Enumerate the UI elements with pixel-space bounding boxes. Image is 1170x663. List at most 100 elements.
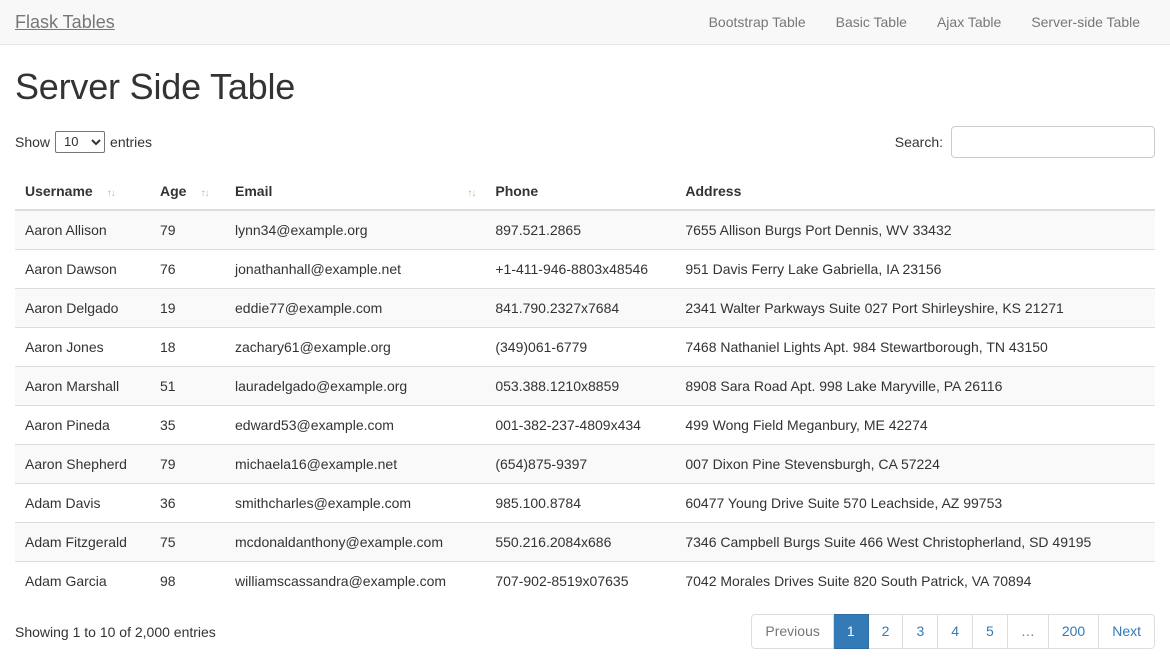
cell-email: lynn34@example.org xyxy=(225,209,486,250)
navbar: Flask Tables Bootstrap Table Basic Table… xyxy=(0,0,1170,45)
nav-link-basic-table[interactable]: Basic Table xyxy=(821,15,922,29)
cell-username: Aaron Marshall xyxy=(15,365,150,406)
table-info: Showing 1 to 10 of 2,000 entries xyxy=(15,623,216,640)
sort-arrows-icon: ↑↓ xyxy=(200,187,209,199)
cell-address: 7655 Allison Burgs Port Dennis, WV 33432 xyxy=(675,209,1155,250)
main-container: Server Side Table Show 10 25 50 100 entr… xyxy=(0,66,1170,650)
pagination: Previous 1 2 3 4 5 … 200 Next xyxy=(751,613,1155,650)
table-row[interactable]: Adam Davis 36 smithcharles@example.com 9… xyxy=(15,482,1155,523)
nav-item-server-side-table[interactable]: Server-side Table xyxy=(1016,15,1155,29)
cell-username: Adam Davis xyxy=(15,482,150,523)
cell-address: 007 Dixon Pine Stevensburgh, CA 57224 xyxy=(675,443,1155,484)
table-row[interactable]: Aaron Marshall 51 lauradelgado@example.o… xyxy=(15,365,1155,406)
pagination-page-4[interactable]: 4 xyxy=(938,613,974,650)
cell-age: 51 xyxy=(150,365,225,406)
cell-phone: 707-902-8519x07635 xyxy=(485,560,676,600)
sort-arrows-icon: ↑↓ xyxy=(467,187,476,199)
cell-username: Aaron Delgado xyxy=(15,287,150,328)
sort-arrows-icon: ↑↓ xyxy=(106,187,116,199)
pagination-next-link[interactable]: Next xyxy=(1099,613,1155,650)
column-label-age: Age xyxy=(160,182,187,199)
cell-age: 36 xyxy=(150,482,225,523)
column-header-age[interactable]: Age ↑↓ xyxy=(150,174,225,211)
pagination-previous-link[interactable]: Previous xyxy=(751,613,834,650)
cell-username: Aaron Jones xyxy=(15,326,150,367)
table-row[interactable]: Aaron Delgado 19 eddie77@example.com 841… xyxy=(15,287,1155,328)
show-label: Show xyxy=(15,133,51,150)
column-label-address: Address xyxy=(685,182,742,199)
nav-link-bootstrap-table[interactable]: Bootstrap Table xyxy=(694,15,821,29)
pagination-page-link[interactable]: 5 xyxy=(973,613,1008,650)
search-label: Search: xyxy=(894,133,943,150)
cell-age: 79 xyxy=(150,209,225,250)
search-control: Search: xyxy=(894,125,1155,158)
entries-label: entries xyxy=(110,133,153,150)
table-row[interactable]: Aaron Allison 79 lynn34@example.org 897.… xyxy=(15,209,1155,250)
pagination-page-1[interactable]: 1 xyxy=(833,613,869,650)
pagination-page-link[interactable]: 4 xyxy=(938,613,974,650)
cell-age: 98 xyxy=(150,560,225,600)
nav-item-bootstrap-table[interactable]: Bootstrap Table xyxy=(694,15,821,29)
page-length-select[interactable]: 10 25 50 100 xyxy=(55,130,106,153)
table-row[interactable]: Adam Fitzgerald 75 mcdonaldanthony@examp… xyxy=(15,521,1155,562)
pagination-ellipsis: … xyxy=(1007,613,1049,650)
table-head: Username ↑↓ Age ↑↓ Email ↑↓ Phone Address xyxy=(15,174,1155,211)
nav-link-ajax-table[interactable]: Ajax Table xyxy=(922,15,1016,29)
cell-username: Adam Garcia xyxy=(15,560,150,600)
cell-username: Aaron Shepherd xyxy=(15,443,150,484)
cell-phone: (349)061-6779 xyxy=(485,326,676,367)
cell-age: 76 xyxy=(150,248,225,289)
cell-email: mcdonaldanthony@example.com xyxy=(225,521,486,562)
cell-email: zachary61@example.org xyxy=(225,326,486,367)
pagination-page-3[interactable]: 3 xyxy=(903,613,939,650)
cell-age: 79 xyxy=(150,443,225,484)
pagination-previous[interactable]: Previous xyxy=(751,613,834,650)
nav-item-basic-table[interactable]: Basic Table xyxy=(821,15,922,29)
table-row[interactable]: Aaron Jones 18 zachary61@example.org (34… xyxy=(15,326,1155,367)
column-header-username[interactable]: Username ↑↓ xyxy=(15,174,150,211)
cell-phone: 841.790.2327x7684 xyxy=(485,287,676,328)
cell-phone: 985.100.8784 xyxy=(485,482,676,523)
column-label-phone: Phone xyxy=(495,182,539,199)
cell-username: Aaron Allison xyxy=(15,209,150,250)
cell-email: eddie77@example.com xyxy=(225,287,486,328)
datatable-controls: Show 10 25 50 100 entries Search: xyxy=(15,125,1155,159)
cell-address: 7042 Morales Drives Suite 820 South Patr… xyxy=(675,560,1155,600)
cell-email: lauradelgado@example.org xyxy=(225,365,486,406)
pagination-page-link[interactable]: 200 xyxy=(1048,613,1100,650)
pagination-page-link[interactable]: 3 xyxy=(903,613,939,650)
cell-age: 35 xyxy=(150,404,225,445)
column-header-email[interactable]: Email ↑↓ xyxy=(225,174,486,211)
cell-address: 7468 Nathaniel Lights Apt. 984 Stewartbo… xyxy=(675,326,1155,367)
pagination-page-link[interactable]: 1 xyxy=(833,613,869,650)
column-header-address[interactable]: Address xyxy=(675,174,1155,211)
cell-email: michaela16@example.net xyxy=(225,443,486,484)
column-header-phone[interactable]: Phone xyxy=(485,174,676,211)
search-input[interactable] xyxy=(951,125,1155,158)
cell-phone: (654)875-9397 xyxy=(485,443,676,484)
cell-username: Adam Fitzgerald xyxy=(15,521,150,562)
pagination-page-2[interactable]: 2 xyxy=(868,613,904,650)
table-row[interactable]: Adam Garcia 98 williamscassandra@example… xyxy=(15,560,1155,600)
column-label-email: Email xyxy=(235,182,273,199)
page-title: Server Side Table xyxy=(15,66,296,107)
table-body: Aaron Allison 79 lynn34@example.org 897.… xyxy=(15,209,1155,600)
cell-username: Aaron Dawson xyxy=(15,248,150,289)
cell-address: 8908 Sara Road Apt. 998 Lake Maryville, … xyxy=(675,365,1155,406)
cell-phone: 550.216.2084x686 xyxy=(485,521,676,562)
nav-link-server-side-table[interactable]: Server-side Table xyxy=(1016,15,1155,29)
table-row[interactable]: Aaron Pineda 35 edward53@example.com 001… xyxy=(15,404,1155,445)
pagination-page-200[interactable]: 200 xyxy=(1048,613,1100,650)
pagination-next[interactable]: Next xyxy=(1099,613,1155,650)
navbar-brand[interactable]: Flask Tables xyxy=(15,13,130,31)
cell-address: 7346 Campbell Burgs Suite 466 West Chris… xyxy=(675,521,1155,562)
cell-email: smithcharles@example.com xyxy=(225,482,486,523)
nav-item-ajax-table[interactable]: Ajax Table xyxy=(922,15,1016,29)
table-row[interactable]: Aaron Dawson 76 jonathanhall@example.net… xyxy=(15,248,1155,289)
cell-address: 60477 Young Drive Suite 570 Leachside, A… xyxy=(675,482,1155,523)
pagination-ellipsis-link: … xyxy=(1007,613,1049,650)
pagination-page-link[interactable]: 2 xyxy=(868,613,904,650)
pagination-page-5[interactable]: 5 xyxy=(973,613,1008,650)
cell-address: 499 Wong Field Meganbury, ME 42274 xyxy=(675,404,1155,445)
table-row[interactable]: Aaron Shepherd 79 michaela16@example.net… xyxy=(15,443,1155,484)
